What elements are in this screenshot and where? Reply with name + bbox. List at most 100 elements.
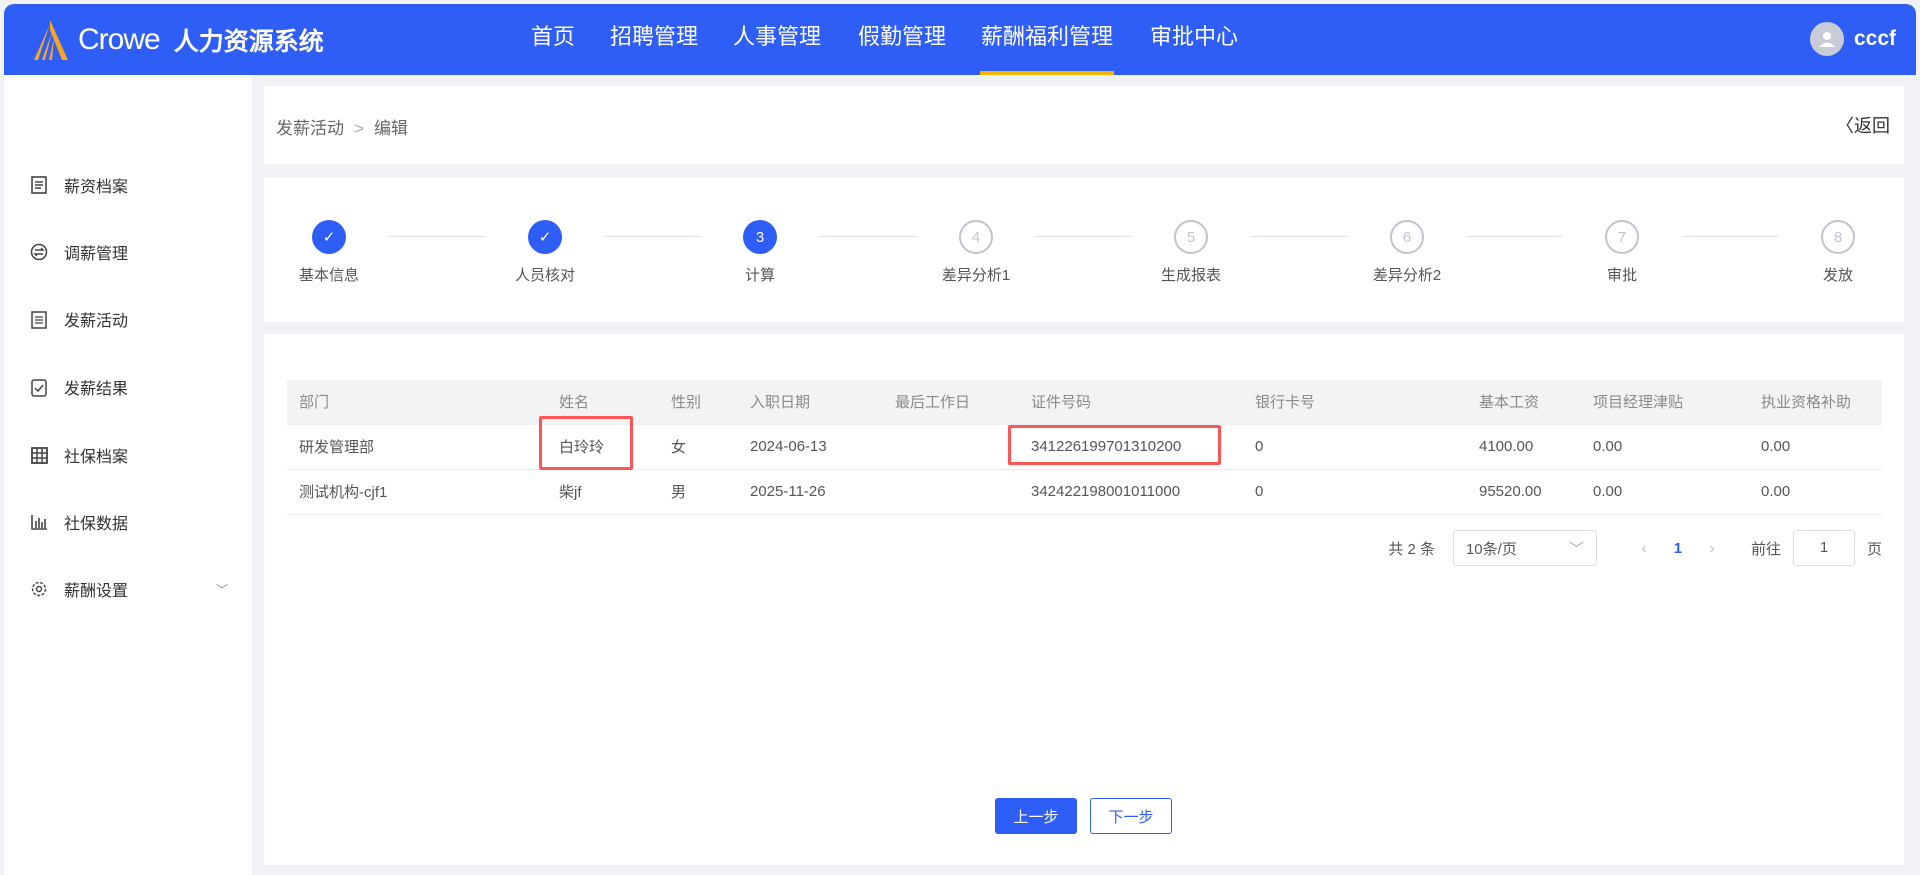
chevron-right-icon: > (354, 119, 364, 138)
sidebar-item-payroll-activity[interactable]: 发薪活动 (4, 299, 252, 339)
column-header: 性别 (659, 380, 738, 424)
step-2: ✓ 人员核对 (485, 220, 605, 285)
table-cell: 0.00 (1581, 468, 1749, 515)
sidebar-item-payroll-result[interactable]: 发薪结果 (4, 367, 252, 407)
step-number: 5 (1174, 220, 1208, 254)
grid-icon (28, 446, 50, 464)
nav-approval[interactable]: 审批中心 (1149, 4, 1239, 75)
table-cell: 342422198001011000 (1019, 468, 1243, 515)
next-page-button[interactable]: › (1695, 540, 1729, 557)
highlight-box-name (539, 416, 633, 470)
table-cell: 研发管理部 (287, 423, 547, 470)
exchange-icon (28, 243, 50, 261)
column-header: 项目经理津贴 (1581, 380, 1749, 424)
step-8: 8 发放 (1778, 220, 1898, 285)
table-cell: 95520.00 (1467, 468, 1581, 515)
prev-page-button[interactable]: ‹ (1627, 540, 1661, 557)
clipboard-check-icon (28, 378, 50, 397)
nav-compensation[interactable]: 薪酬福利管理 (980, 4, 1115, 75)
table-cell: 2024-06-13 (738, 423, 883, 470)
table-cell: 0.00 (1749, 468, 1882, 515)
sidebar-item-label: 调薪管理 (64, 246, 129, 263)
chevron-left-icon: 〈 (1836, 116, 1854, 136)
step-5: 5 生成报表 (1131, 220, 1251, 285)
sidebar-item-salary-adjust[interactable]: 调薪管理 (4, 232, 252, 272)
nav-attendance[interactable]: 假勤管理 (857, 4, 947, 75)
username: cccf (1853, 27, 1896, 50)
step-label: 差异分析1 (941, 267, 1011, 284)
nav-home[interactable]: 首页 (530, 4, 576, 75)
table-cell: 测试机构-cjf1 (287, 468, 547, 515)
sidebar-item-social-archive[interactable]: 社保档案 (4, 435, 252, 475)
step-connector (1251, 236, 1347, 237)
total-count: 共 2 条 (1388, 540, 1435, 558)
document-icon (28, 176, 50, 194)
logo: Crowe 人力资源系统 (30, 18, 324, 62)
column-header: 入职日期 (738, 380, 883, 424)
table-cell (883, 468, 1019, 515)
page-number[interactable]: 1 (1661, 540, 1695, 557)
logo-text: Crowe (78, 23, 161, 56)
table-cell: 女 (659, 423, 738, 470)
table-cell: 2025-11-26 (738, 468, 883, 515)
gear-icon (28, 580, 50, 598)
user-menu[interactable]: cccf (1809, 22, 1896, 56)
sidebar-item-label: 薪酬设置 (64, 583, 129, 600)
sidebar-item-salary-archive[interactable]: 薪资档案 (4, 165, 252, 205)
step-6: 6 差异分析2 (1347, 220, 1467, 285)
breadcrumb-bar: 发薪活动 > 编辑 〈返回 (264, 86, 1904, 164)
sidebar-item-label: 社保档案 (64, 449, 129, 466)
table-cell: 柴jf (547, 468, 659, 515)
sidebar-item-social-data[interactable]: 社保数据 (4, 502, 252, 542)
step-label: 基本信息 (298, 267, 359, 284)
step-connector (605, 236, 700, 237)
highlight-box-id (1008, 425, 1221, 465)
back-button[interactable]: 〈返回 (1836, 112, 1890, 138)
column-header: 部门 (287, 380, 547, 424)
table-cell: 0 (1243, 468, 1467, 515)
chevron-down-icon: ﹀ (1568, 540, 1584, 558)
next-step-button[interactable]: 下一步 (1090, 798, 1172, 834)
goto-page-input[interactable]: 1 (1792, 530, 1855, 566)
step-label: 人员核对 (514, 267, 575, 284)
step-label: 差异分析2 (1372, 267, 1442, 284)
pagination: 共 2 条 10条/页 ﹀ ‹ 1 › 前往 1 页 (1388, 530, 1882, 566)
step-number: 7 (1605, 220, 1639, 254)
steps-bar: ✓ 基本信息 ✓ 人员核对 3 计算 4 差异分析1 5 生成报表 6 差异分析2 7 审批 8 发放 (264, 178, 1904, 322)
column-header: 银行卡号 (1243, 380, 1467, 424)
step-connector (1467, 236, 1562, 237)
clipboard-icon (28, 310, 50, 329)
bar-chart-icon (28, 514, 50, 530)
column-header: 最后工作日 (883, 380, 1019, 424)
chevron-down-icon[interactable]: ﹀ (216, 581, 228, 598)
step-1: ✓ 基本信息 (269, 220, 389, 285)
nav-personnel[interactable]: 人事管理 (732, 4, 822, 75)
breadcrumb-item[interactable]: 发薪活动 (276, 119, 344, 138)
table-row: 测试机构-cjf1 柴jf 男 2025-11-26 34242219800101100… (287, 468, 1882, 515)
breadcrumb: 发薪活动 > 编辑 (276, 114, 408, 139)
prev-step-button[interactable]: 上一步 (995, 798, 1077, 834)
step-number: 6 (1390, 220, 1424, 254)
step-connector (820, 236, 916, 237)
sidebar-item-salary-settings[interactable]: 薪酬设置 ﹀ (4, 569, 252, 609)
step-4: 4 差异分析1 (916, 220, 1036, 285)
table-cell: 0.00 (1749, 423, 1882, 470)
table-cell (883, 423, 1019, 470)
page-size-value: 10条/页 (1465, 540, 1517, 558)
nav-recruitment[interactable]: 招聘管理 (609, 4, 699, 75)
sidebar-item-label: 发薪活动 (64, 313, 129, 330)
step-number: 4 (959, 220, 993, 254)
user-icon (1818, 32, 1835, 47)
column-header: 执业资格补助 (1749, 380, 1882, 424)
avatar (1809, 22, 1844, 56)
check-icon: ✓ (312, 220, 346, 254)
step-connector (1682, 236, 1778, 237)
step-number: 3 (743, 220, 777, 254)
page-suffix: 页 (1866, 540, 1882, 558)
step-connector (1036, 236, 1131, 237)
page-size-select[interactable]: 10条/页 ﹀ (1452, 530, 1597, 566)
crowe-logo-icon (34, 20, 68, 60)
table-cell: 0 (1243, 423, 1467, 470)
sidebar: 薪资档案 调薪管理 发薪活动 发薪结果 社保档案 社保数据 薪酬设置 ﹀ (4, 75, 252, 875)
table-cell: 男 (659, 468, 738, 515)
